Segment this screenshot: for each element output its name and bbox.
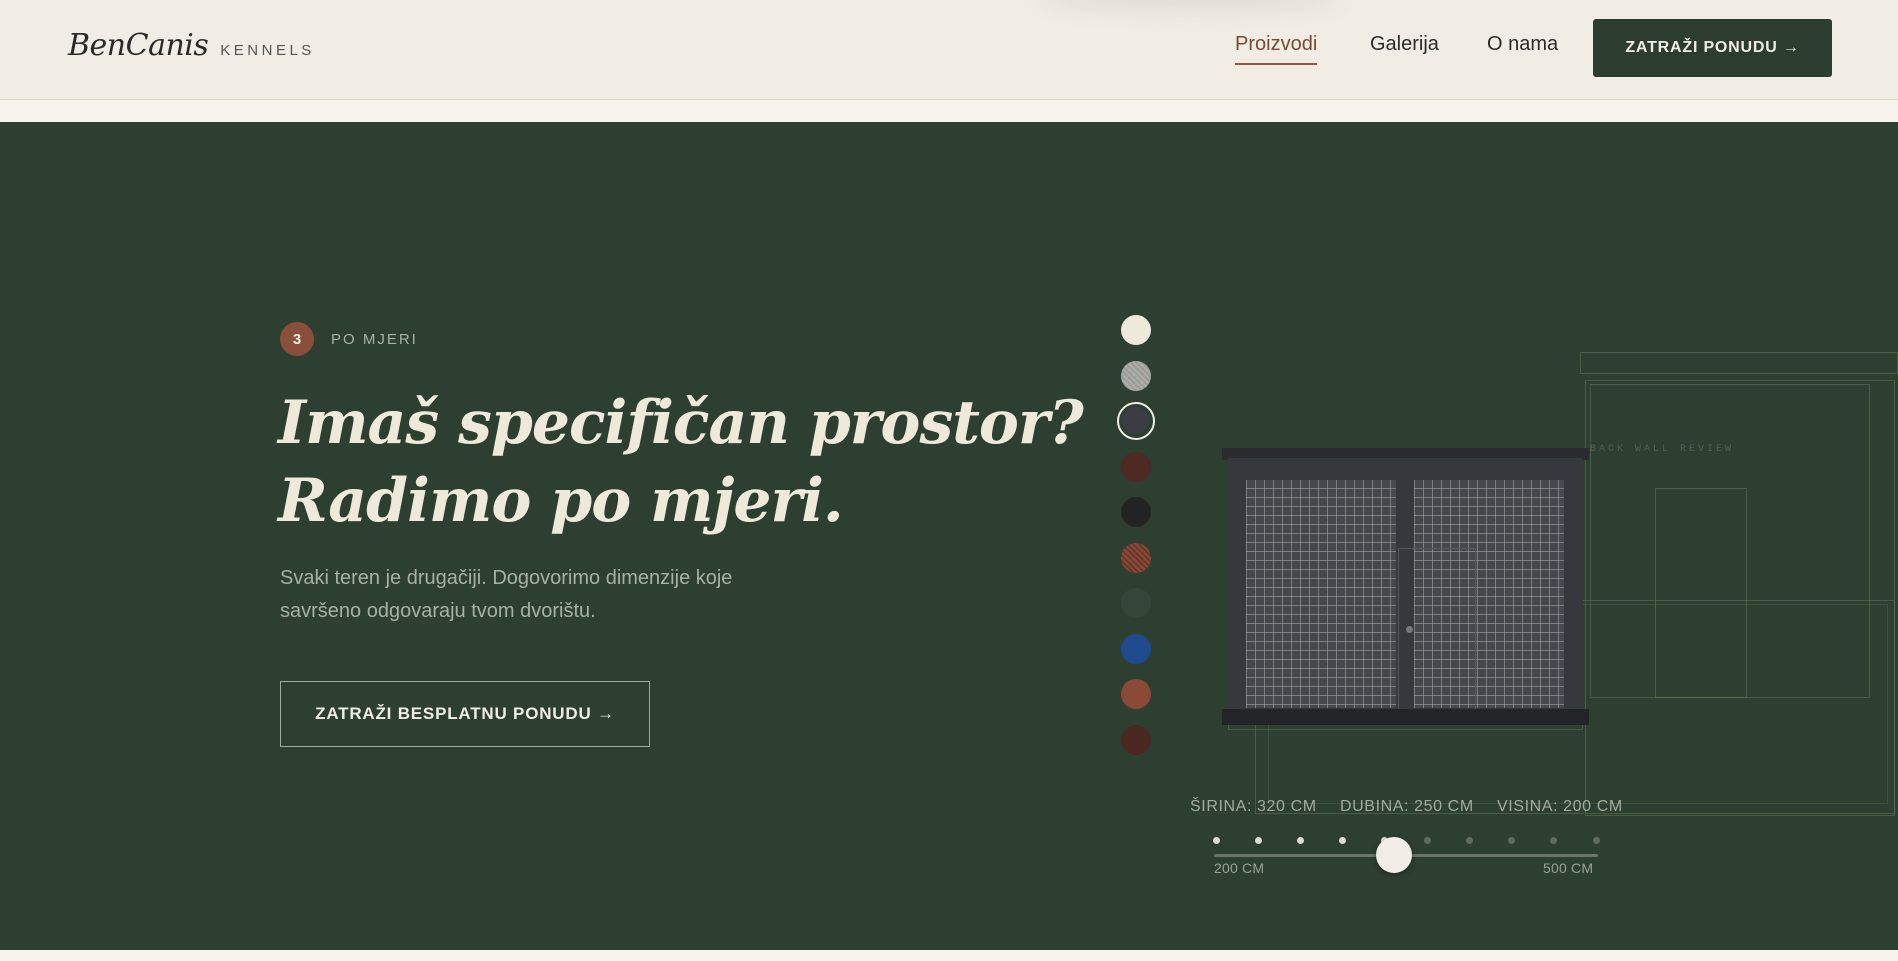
slider-step-dot [1550, 837, 1558, 844]
swatch-copper-pattern[interactable] [1121, 542, 1151, 573]
swatch-light-gray[interactable] [1121, 360, 1151, 391]
slider-step-dot [1592, 837, 1600, 844]
nav-link-proizvodi[interactable]: Proizvodi [1235, 33, 1318, 65]
slider-step-dot [1339, 837, 1347, 844]
heading-line-2: Radimo po mjeri. [278, 466, 844, 536]
kennel-body [1228, 458, 1583, 712]
step-number-badge: 3 [280, 322, 314, 356]
slider-handle[interactable] [1376, 837, 1413, 873]
request-free-quote-button[interactable]: ZATRAŽI BESPLATNU PONUDU → [280, 681, 650, 747]
slider-step-dot [1254, 837, 1262, 844]
request-quote-button[interactable]: ZATRAŽI PONUDU → [1593, 19, 1832, 77]
slider-max-label: 500 CM [1543, 860, 1594, 876]
section-description: Svaki teren je drugačiji. Dogovorimo dim… [280, 567, 733, 622]
swatch-dark-brown[interactable] [1121, 451, 1151, 482]
slider-step-dot [1212, 837, 1220, 844]
width-dimension: ŠIRINA: 320 CM [1190, 798, 1317, 815]
swatch-cream[interactable] [1121, 315, 1151, 345]
nav-link-galerija[interactable]: Galerija [1370, 33, 1439, 56]
nav-label: O nama [1487, 33, 1559, 55]
custom-size-section: 3 PO MJERI Imaš specifičan prostor? Radi… [0, 122, 1898, 950]
slider-step-dot [1423, 837, 1431, 844]
mesh-panel-left [1246, 480, 1396, 708]
heading-line-1: Imaš specifičan prostor? [278, 388, 1084, 458]
next-section-edge [0, 950, 1898, 961]
nav-label: Proizvodi [1235, 33, 1318, 55]
logo[interactable]: BenCanis KENNELS [68, 28, 315, 63]
slider-min-label: 200 CM [1214, 860, 1265, 876]
swatch-chocolate[interactable] [1121, 724, 1151, 755]
nav-link-o-nama[interactable]: O nama [1487, 33, 1558, 56]
site-header: BenCanis KENNELS Proizvodi Galerija O na… [0, 0, 1898, 100]
swatch-fill [1122, 407, 1149, 434]
slider-step-dot [1508, 837, 1516, 844]
section-heading: Imaš specifičan prostor? Radimo po mjeri… [278, 384, 1084, 540]
header-decoration [1040, 0, 1340, 14]
slider-step-dot [1465, 837, 1473, 844]
swatch-dark-green[interactable] [1121, 588, 1151, 618]
logo-subtitle: KENNELS [220, 42, 315, 59]
kennel-base [1222, 709, 1589, 725]
nav-label: Galerija [1370, 33, 1439, 55]
swatch-rust[interactable] [1121, 679, 1151, 709]
blueprint-label: BACK WALL REVIEW [1590, 444, 1735, 455]
logo-name: BenCanis [68, 28, 209, 63]
slider-step-dot [1296, 837, 1304, 844]
swatch-anthracite[interactable] [1117, 402, 1155, 440]
active-nav-underline [1235, 63, 1318, 65]
door-knob [1406, 626, 1413, 633]
step-label: PO MJERI [331, 331, 418, 348]
swatch-blue[interactable] [1121, 633, 1151, 664]
blueprint-line [1580, 352, 1898, 374]
depth-dimension: DUBINA: 250 CM [1340, 798, 1474, 815]
swatch-black[interactable] [1121, 497, 1151, 527]
height-dimension: VISINA: 200 CM [1497, 798, 1623, 815]
